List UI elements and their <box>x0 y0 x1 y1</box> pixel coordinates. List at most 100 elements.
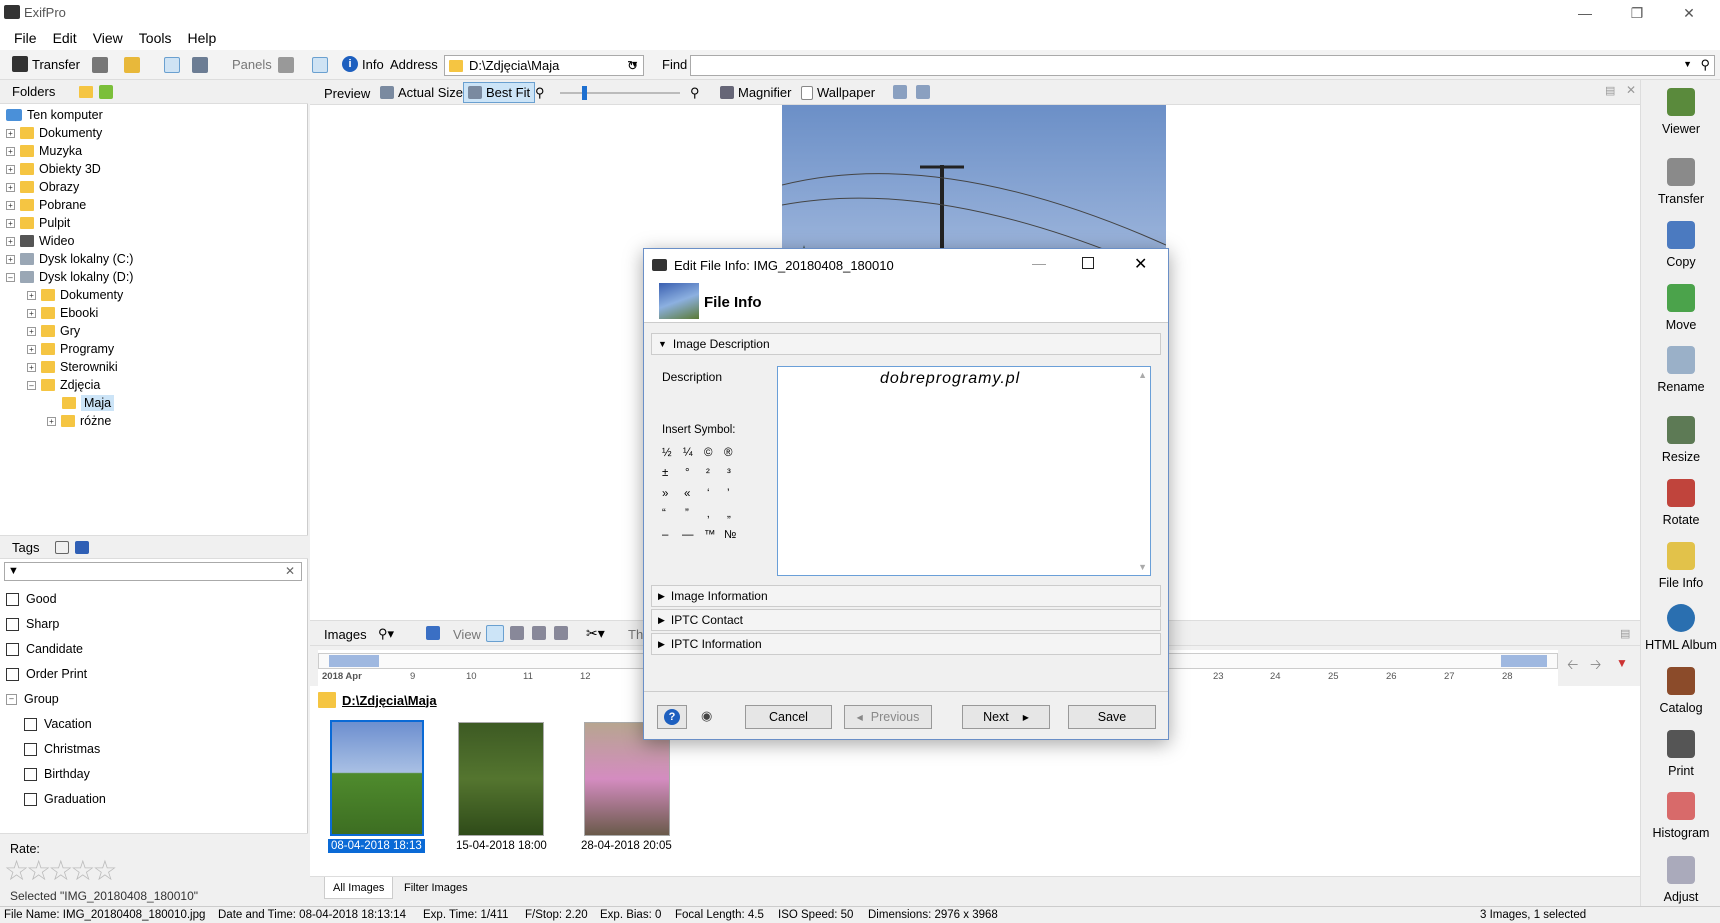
symbol-button[interactable]: „ <box>727 508 731 520</box>
expand-icon[interactable]: + <box>6 236 15 246</box>
address-field[interactable]: D:\Zdjęcia\Maja ▼ <box>444 55 644 76</box>
tree-item-maja[interactable]: Maja <box>62 394 115 412</box>
zoom-in-icon[interactable]: ⚲ <box>690 85 700 101</box>
transfer-button[interactable]: Transfer <box>12 56 80 72</box>
expand-icon[interactable]: + <box>6 182 15 192</box>
dialog-maximize-button[interactable] <box>1082 257 1094 269</box>
sort-tool-icon[interactable]: ✂▾ <box>586 625 605 642</box>
zoom-slider[interactable] <box>560 86 680 100</box>
menu-help[interactable]: Help <box>179 26 224 50</box>
html-album-button[interactable]: HTML Album <box>1641 604 1720 652</box>
tag-item[interactable]: Birthday <box>24 767 90 781</box>
options-icon[interactable]: ◉ <box>701 708 712 724</box>
filter-clear-icon[interactable]: ▼ <box>1616 656 1628 670</box>
search-icon[interactable]: ⚲▾ <box>378 626 394 642</box>
catalog-button[interactable]: Catalog <box>1641 667 1720 715</box>
zoom-out-icon[interactable]: ⚲ <box>535 85 545 101</box>
open-folder-icon[interactable] <box>124 57 140 73</box>
symbol-button[interactable]: ” <box>685 508 689 520</box>
collapse-icon[interactable]: – <box>27 380 36 390</box>
checkbox[interactable] <box>6 667 19 681</box>
chevron-down-icon[interactable]: ▼ <box>1683 59 1692 69</box>
menu-tools[interactable]: Tools <box>131 26 180 50</box>
symbol-button[interactable]: “ <box>662 508 666 520</box>
checkbox[interactable] <box>24 792 37 806</box>
tag-item[interactable]: Candidate <box>6 642 83 656</box>
previous-button[interactable]: ◀ Previous <box>844 705 932 729</box>
timeline-range-end[interactable] <box>1501 655 1547 667</box>
symbol-button[interactable]: ¼ <box>683 447 693 459</box>
thumbnail[interactable] <box>458 722 544 836</box>
zoom-slider-thumb[interactable] <box>582 86 587 100</box>
best-fit-button[interactable]: Best Fit <box>463 82 536 103</box>
minimize-button[interactable]: — <box>1562 0 1608 26</box>
symbol-button[interactable]: ‘ <box>707 488 710 500</box>
dialog-minimize-button[interactable]: — <box>1032 255 1046 271</box>
timeline-range-start[interactable] <box>329 655 379 667</box>
symbol-button[interactable]: ° <box>685 467 690 479</box>
tag-item[interactable]: Sharp <box>6 617 59 631</box>
collapse-icon[interactable]: – <box>6 693 17 705</box>
tiles-view-icon[interactable] <box>554 626 568 640</box>
dialog-close-button[interactable]: ✕ <box>1134 254 1147 274</box>
section-iptc-contact[interactable]: ▶ IPTC Contact <box>651 609 1161 631</box>
expand-icon[interactable]: + <box>27 290 36 300</box>
tree-item-programy[interactable]: + Programy <box>27 340 114 358</box>
device-icon[interactable] <box>192 57 208 73</box>
symbol-button[interactable]: ½ <box>662 447 672 459</box>
tree-item-pobrane[interactable]: + Pobrane <box>6 196 86 214</box>
symbol-button[interactable]: ² <box>706 467 710 479</box>
refresh-icon[interactable]: ↻ <box>627 58 638 74</box>
tag-edit-icon[interactable] <box>55 540 70 554</box>
section-iptc-information[interactable]: ▶ IPTC Information <box>651 633 1161 655</box>
expand-icon[interactable]: + <box>6 146 15 156</box>
expand-icon[interactable]: + <box>27 344 36 354</box>
star-rating[interactable]: ☆☆☆☆☆ <box>4 854 118 887</box>
arrow-right-icon[interactable]: 🡢 <box>1590 654 1601 678</box>
tree-item-sterowniki[interactable]: + Sterowniki <box>27 358 118 376</box>
restore-panel-icon[interactable]: ▤ <box>1605 84 1615 97</box>
clear-icon[interactable]: ✕ <box>285 564 295 578</box>
symbol-button[interactable]: ® <box>724 447 732 459</box>
section-image-information[interactable]: ▶ Image Information <box>651 585 1161 607</box>
tag-item[interactable]: Christmas <box>24 742 100 756</box>
symbol-button[interactable]: ’ <box>727 488 730 500</box>
select-icon[interactable] <box>426 626 440 640</box>
thumbnail[interactable] <box>330 720 424 836</box>
file-info-button[interactable]: File Info <box>1641 542 1720 590</box>
adjust-button[interactable]: Adjust <box>1641 856 1720 904</box>
symbol-button[interactable]: © <box>704 447 712 459</box>
symbol-button[interactable]: » <box>662 488 668 500</box>
tag-item[interactable]: Order Print <box>6 667 87 681</box>
next-button[interactable]: Next ▶ <box>962 705 1050 729</box>
menu-file[interactable]: File <box>6 26 45 50</box>
search-icon[interactable]: ⚲ <box>1700 57 1710 73</box>
expand-icon[interactable]: + <box>6 128 15 138</box>
rotate-right-icon[interactable] <box>916 85 930 99</box>
restore-button[interactable]: ❐ <box>1614 0 1660 26</box>
tab-filter-images[interactable]: Filter Images <box>396 877 476 899</box>
tag-item[interactable]: Vacation <box>24 717 92 731</box>
symbol-button[interactable]: ™ <box>704 529 716 541</box>
magnifier-button[interactable]: Magnifier <box>720 85 791 100</box>
transfer-tool-button[interactable]: Transfer <box>1641 158 1720 206</box>
tag-filter-input[interactable]: ▼ ✕ <box>4 562 302 581</box>
expand-icon[interactable]: + <box>6 164 15 174</box>
tree-item-disk-d[interactable]: – Dysk lokalny (D:) <box>6 268 133 286</box>
checkbox[interactable] <box>6 642 19 656</box>
symbol-button[interactable]: « <box>684 488 690 500</box>
close-button[interactable]: ✕ <box>1666 0 1712 26</box>
panels-icon[interactable] <box>278 57 294 73</box>
menu-view[interactable]: View <box>85 26 131 50</box>
tree-item-gry[interactable]: + Gry <box>27 322 80 340</box>
tree-item-d-dokumenty[interactable]: + Dokumenty <box>27 286 123 304</box>
folder-options-icon[interactable] <box>79 85 94 98</box>
save-button[interactable]: Save <box>1068 705 1156 729</box>
tree-item-rozne[interactable]: + różne <box>47 412 111 430</box>
tree-item-obrazy[interactable]: + Obrazy <box>6 178 79 196</box>
restore-panel-icon[interactable]: ▤ <box>1620 627 1630 640</box>
tree-item-muzyka[interactable]: + Muzyka <box>6 142 82 160</box>
symbol-button[interactable]: ‚ <box>707 508 710 520</box>
expand-icon[interactable]: + <box>6 254 15 264</box>
panels-label[interactable]: Panels <box>232 57 272 72</box>
